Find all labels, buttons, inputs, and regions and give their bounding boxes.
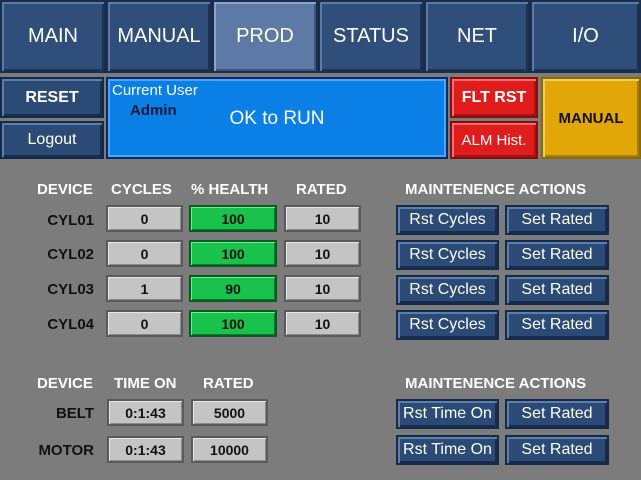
reset-button-label: RESET [25, 88, 79, 106]
reset-cycles-button[interactable]: Rst Cycles [396, 310, 499, 340]
health-value: 100 [189, 205, 277, 232]
set-rated-button[interactable]: Set Rated [505, 399, 609, 429]
logout-button-label: Logout [27, 131, 77, 148]
device-label: CYL04 [47, 316, 94, 333]
reset-button[interactable]: RESET [0, 77, 104, 118]
tab-prod[interactable]: PROD [212, 0, 318, 73]
device-label: BELT [55, 405, 94, 422]
reset-cycles-button[interactable]: Rst Cycles [396, 205, 499, 235]
manual-mode-label: MANUAL [558, 109, 624, 127]
motor-header-maintenance: MAINTENENCE ACTIONS [405, 375, 587, 392]
tab-label: MANUAL [117, 25, 201, 47]
health-value: 100 [189, 310, 277, 337]
current-user-label: Current User [112, 82, 198, 99]
set-rated-button[interactable]: Set Rated [505, 310, 609, 340]
tab-status[interactable]: STATUS [318, 0, 424, 73]
rated-value: 10 [284, 205, 361, 232]
reset-time-on-button[interactable]: Rst Time On [396, 435, 499, 465]
cyl-header-cycles: CYCLES [111, 181, 172, 198]
button-label: Set Rated [521, 211, 593, 228]
reset-cycles-button[interactable]: Rst Cycles [396, 240, 499, 270]
logout-button[interactable]: Logout [0, 121, 104, 159]
fault-reset-label: FLT RST [461, 88, 527, 106]
tab-label: PROD [236, 25, 294, 47]
button-label: Rst Time On [403, 405, 492, 422]
button-label: Rst Cycles [409, 211, 486, 228]
cycles-value: 0 [106, 310, 183, 337]
set-rated-button[interactable]: Set Rated [505, 240, 609, 270]
button-label: Rst Cycles [409, 281, 486, 298]
cyl-header-rated: RATED [296, 181, 347, 198]
time-on-value: 0:1:43 [107, 436, 184, 463]
cycles-value: 0 [106, 240, 183, 267]
set-rated-button[interactable]: Set Rated [505, 275, 609, 305]
device-label: CYL02 [47, 246, 94, 263]
rated-value: 5000 [191, 399, 268, 426]
device-label: MOTOR [38, 442, 94, 459]
tab-label: STATUS [333, 25, 409, 47]
tab-label: NET [457, 25, 497, 47]
button-label: Rst Cycles [409, 246, 486, 263]
reset-time-on-button[interactable]: Rst Time On [396, 399, 499, 429]
set-rated-button[interactable]: Set Rated [505, 205, 609, 235]
button-label: Set Rated [521, 405, 593, 422]
cyl-header-device: DEVICE [37, 181, 93, 198]
status-message: OK to RUN [229, 108, 325, 129]
cycles-value: 1 [106, 275, 183, 302]
button-label: Set Rated [521, 441, 593, 458]
button-label: Rst Cycles [409, 316, 486, 333]
motor-header-rated: RATED [203, 375, 254, 392]
alarm-history-button[interactable]: ALM Hist. [450, 121, 538, 159]
status-panel: Current User Admin OK to RUN [106, 77, 448, 159]
motor-header-device: DEVICE [37, 375, 93, 392]
reset-cycles-button[interactable]: Rst Cycles [396, 275, 499, 305]
fault-reset-button[interactable]: FLT RST [450, 77, 538, 118]
time-on-value: 0:1:43 [107, 399, 184, 426]
rated-value: 10 [284, 310, 361, 337]
rated-value: 10000 [191, 436, 268, 463]
alarm-history-label: ALM Hist. [461, 131, 527, 149]
tab-manual[interactable]: MANUAL [106, 0, 212, 73]
rated-value: 10 [284, 275, 361, 302]
rated-value: 10 [284, 240, 361, 267]
tab-label: I/O [572, 25, 599, 47]
tab-label: MAIN [28, 25, 78, 47]
motor-header-time-on: TIME ON [114, 375, 177, 392]
health-value: 90 [189, 275, 277, 302]
set-rated-button[interactable]: Set Rated [505, 435, 609, 465]
device-label: CYL01 [47, 212, 94, 229]
button-label: Set Rated [521, 246, 593, 263]
tab-main[interactable]: MAIN [0, 0, 106, 73]
manual-mode-button[interactable]: MANUAL [541, 77, 641, 159]
button-label: Set Rated [521, 281, 593, 298]
tab-io[interactable]: I/O [530, 0, 641, 73]
cycles-value: 0 [106, 205, 183, 232]
button-label: Rst Time On [403, 441, 492, 458]
button-label: Set Rated [521, 316, 593, 333]
cyl-header-maintenance: MAINTENENCE ACTIONS [405, 181, 587, 198]
device-label: CYL03 [47, 281, 94, 298]
health-value: 100 [189, 240, 277, 267]
tab-net[interactable]: NET [424, 0, 530, 73]
cyl-header-health: % HEALTH [191, 181, 269, 198]
